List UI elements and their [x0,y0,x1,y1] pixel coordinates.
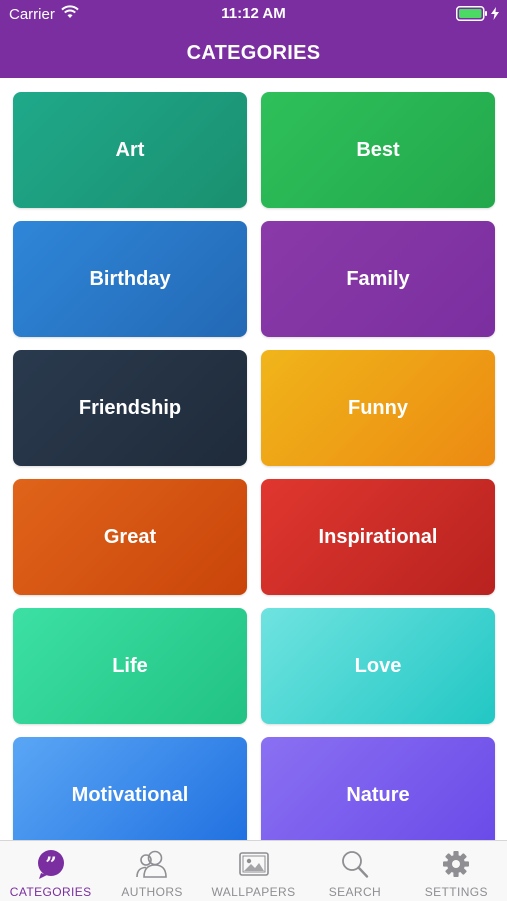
category-label: Love [354,654,402,677]
wallpaper-icon [203,849,304,879]
category-label: Best [356,138,400,161]
battery-icon [456,6,488,25]
category-tile[interactable]: Funny [261,350,495,466]
tab-bar: ” CATEGORIES AUTHORS WALLPAPERS SEARCH S… [0,840,507,901]
tab-label: AUTHORS [121,885,183,899]
category-tile[interactable]: Motivational [13,737,247,840]
tab-search[interactable]: SEARCH [304,841,405,901]
category-tile[interactable]: Great [13,479,247,595]
tab-categories[interactable]: ” CATEGORIES [0,841,101,901]
charging-icon [491,7,499,24]
tab-label: CATEGORIES [9,885,92,899]
gear-icon [406,849,507,879]
category-tile[interactable]: Birthday [13,221,247,337]
category-tile[interactable]: Family [261,221,495,337]
tab-authors[interactable]: AUTHORS [101,841,202,901]
category-label: Motivational [71,783,189,806]
category-label: Birthday [89,267,171,290]
quote-bubble-icon: ” [0,849,101,879]
status-bar: Carrier 11:12 AM [0,0,507,28]
category-tile[interactable]: Life [13,608,247,724]
category-label: Art [115,138,145,161]
tab-label: WALLPAPERS [211,885,296,899]
category-label: Family [346,267,410,290]
category-label: Funny [348,396,408,419]
category-label: Inspirational [318,525,438,548]
category-label: Friendship [78,396,182,419]
category-tile[interactable]: Friendship [13,350,247,466]
category-label: Great [103,525,157,548]
status-battery [456,6,499,25]
category-tile[interactable]: Best [261,92,495,208]
authors-icon [101,849,202,879]
status-time: 11:12 AM [221,5,286,22]
navigation-bar: CATEGORIES [0,28,507,78]
category-tile[interactable]: Love [261,608,495,724]
category-tile[interactable]: Inspirational [261,479,495,595]
category-tile[interactable]: Art [13,92,247,208]
category-label: Nature [346,783,410,806]
tab-label: SEARCH [328,885,382,899]
categories-scroll-view[interactable]: Art Best Birthday Family Friendship Funny Grea… [0,78,507,840]
tab-wallpapers[interactable]: WALLPAPERS [203,841,304,901]
svg-text:”: ” [45,852,57,876]
page-title: CATEGORIES [186,41,321,64]
search-icon [304,849,405,879]
tab-settings[interactable]: SETTINGS [406,841,507,901]
tab-label: SETTINGS [424,885,488,899]
category-label: Life [112,654,148,677]
category-tile[interactable]: Nature [261,737,495,840]
